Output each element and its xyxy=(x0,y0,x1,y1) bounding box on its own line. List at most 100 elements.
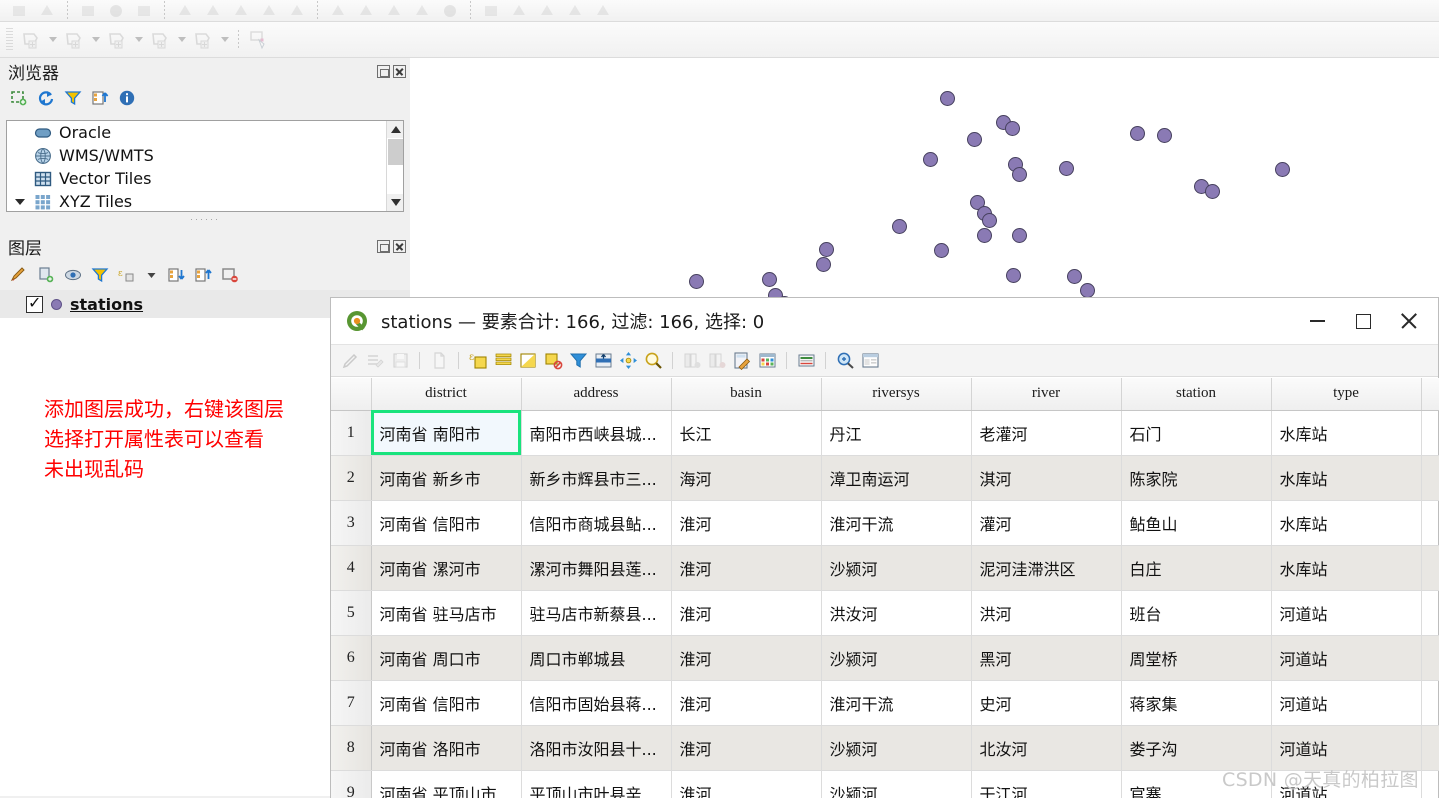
zoom-to-selection-icon[interactable] xyxy=(642,350,664,372)
close-icon[interactable] xyxy=(1386,298,1432,344)
cell-basin[interactable]: 长江 xyxy=(671,410,822,456)
row-number-cell[interactable]: 3 xyxy=(331,500,372,546)
cell-riversys[interactable]: 洪汝河 xyxy=(821,590,972,636)
map-feature-point[interactable] xyxy=(816,257,831,272)
form-view-icon[interactable] xyxy=(859,350,881,372)
column-header-basin[interactable]: basin xyxy=(671,378,822,411)
browser-item-vector-tiles[interactable]: Vector Tiles xyxy=(7,167,403,190)
toolbar-button-17[interactable] xyxy=(506,0,532,21)
toolbar-button-1[interactable] xyxy=(6,0,32,21)
cell-type[interactable]: 河道站 xyxy=(1271,770,1422,798)
filter-legend-icon[interactable] xyxy=(91,266,109,284)
digitize-tool-4[interactable] xyxy=(147,27,173,53)
cell-riversys[interactable]: 丹江 xyxy=(821,410,972,456)
browser-item-oracle[interactable]: Oracle xyxy=(7,121,403,144)
move-selection-top-icon[interactable] xyxy=(592,350,614,372)
cell-type[interactable]: 河道站 xyxy=(1271,725,1422,771)
digitize-tool-1[interactable] xyxy=(18,27,44,53)
cell-river[interactable]: 泥河洼滞洪区 xyxy=(971,545,1122,591)
digitize-tool-5[interactable] xyxy=(190,27,216,53)
cell-station[interactable]: 班台 xyxy=(1121,590,1272,636)
toolbar-button-15[interactable] xyxy=(437,0,463,21)
cell-basin[interactable]: 淮河 xyxy=(671,680,822,726)
maximize-icon[interactable] xyxy=(1340,298,1386,344)
layers-float-button[interactable] xyxy=(377,239,390,253)
column-header-address[interactable]: address xyxy=(521,378,672,411)
browser-tree[interactable]: Oracle WMS/WMTS Vector Tiles XYZ Tiles xyxy=(6,120,404,212)
conditional-formatting-icon[interactable] xyxy=(756,350,778,372)
map-feature-point[interactable] xyxy=(1130,126,1145,141)
toolbar-button-7[interactable] xyxy=(200,0,226,21)
cell-district[interactable]: 河南省 信阳市 xyxy=(371,500,522,546)
cell-basin[interactable]: 淮河 xyxy=(671,590,822,636)
table-row[interactable]: 6 河南省 周口市 周口市郸城县 淮河 沙颍河 黑河 周堂桥 河道站 xyxy=(331,635,1439,681)
add-layer-icon[interactable] xyxy=(10,89,28,107)
map-feature-point[interactable] xyxy=(1012,167,1027,182)
cell-type[interactable]: 水库站 xyxy=(1271,455,1422,501)
table-row[interactable]: 8 河南省 洛阳市 洛阳市汝阳县十... 淮河 沙颍河 北汝河 娄子沟 河道站 xyxy=(331,725,1439,771)
map-feature-point[interactable] xyxy=(967,132,982,147)
cell-river[interactable]: 淇河 xyxy=(971,455,1122,501)
row-number-cell[interactable]: 5 xyxy=(331,590,372,636)
select-all-icon[interactable] xyxy=(492,350,514,372)
map-feature-point[interactable] xyxy=(819,242,834,257)
toolbar-gripper[interactable] xyxy=(6,27,13,52)
cell-basin[interactable]: 海河 xyxy=(671,455,822,501)
row-number-cell[interactable]: 8 xyxy=(331,725,372,771)
toolbar-button-8[interactable] xyxy=(228,0,254,21)
layers-close-button[interactable] xyxy=(393,239,406,253)
table-row[interactable]: 4 河南省 漯河市 漯河市舞阳县莲... 淮河 沙颍河 泥河洼滞洪区 白庄 水库站 xyxy=(331,545,1439,591)
table-row[interactable]: 3 河南省 信阳市 信阳市商城县鲇... 淮河 淮河干流 灌河 鲇鱼山 水库站 xyxy=(331,500,1439,546)
map-feature-point[interactable] xyxy=(892,219,907,234)
browser-item-wms-wmts[interactable]: WMS/WMTS xyxy=(7,144,403,167)
map-feature-point[interactable] xyxy=(1005,121,1020,136)
deselect-all-icon[interactable] xyxy=(542,350,564,372)
pan-to-selection-icon[interactable] xyxy=(617,350,639,372)
expand-all-icon[interactable] xyxy=(167,266,185,284)
chevron-down-icon[interactable] xyxy=(89,27,102,53)
cell-basin[interactable]: 淮河 xyxy=(671,725,822,771)
cell-basin[interactable]: 淮河 xyxy=(671,500,822,546)
collapse-all-icon[interactable] xyxy=(91,89,109,107)
cell-riversys[interactable]: 沙颍河 xyxy=(821,635,972,681)
column-header-district[interactable]: district xyxy=(371,378,522,411)
field-calculator-icon[interactable] xyxy=(731,350,753,372)
map-feature-point[interactable] xyxy=(1080,283,1095,298)
cell-riversys[interactable]: 淮河干流 xyxy=(821,500,972,546)
toggle-editing-icon[interactable] xyxy=(339,350,361,372)
add-group-icon[interactable] xyxy=(37,266,55,284)
column-header-type[interactable]: type xyxy=(1271,378,1422,411)
cell-address[interactable]: 平顶山市叶县辛... xyxy=(521,770,672,798)
cell-type[interactable]: 河道站 xyxy=(1271,680,1422,726)
toolbar-button-6[interactable] xyxy=(172,0,198,21)
refresh-icon[interactable] xyxy=(37,89,55,107)
cell-basin[interactable]: 淮河 xyxy=(671,770,822,798)
map-feature-point[interactable] xyxy=(982,213,997,228)
map-feature-point[interactable] xyxy=(1012,228,1027,243)
collapse-all-icon[interactable] xyxy=(194,266,212,284)
map-feature-point[interactable] xyxy=(977,228,992,243)
table-row[interactable]: 7 河南省 信阳市 信阳市固始县蒋... 淮河 淮河干流 史河 蒋家集 河道站 xyxy=(331,680,1439,726)
map-feature-point[interactable] xyxy=(762,272,777,287)
cell-river[interactable]: 洪河 xyxy=(971,590,1122,636)
dropdown-caret-icon[interactable] xyxy=(145,266,158,284)
attribute-table-scroll-area[interactable]: district address basin riversys river st… xyxy=(331,378,1439,798)
cell-district[interactable]: 河南省 驻马店市 xyxy=(371,590,522,636)
scrollbar-thumb[interactable] xyxy=(388,139,403,165)
cell-river[interactable]: 北汝河 xyxy=(971,725,1122,771)
new-field-icon[interactable] xyxy=(681,350,703,372)
browser-float-button[interactable] xyxy=(377,64,390,78)
map-feature-point[interactable] xyxy=(1006,268,1021,283)
map-feature-point[interactable] xyxy=(934,243,949,258)
row-number-cell[interactable]: 7 xyxy=(331,680,372,726)
chevron-down-icon[interactable] xyxy=(46,27,59,53)
scroll-up-arrow-icon[interactable] xyxy=(387,121,403,138)
cell-address[interactable]: 周口市郸城县 xyxy=(521,635,672,681)
cell-riversys[interactable]: 漳卫南运河 xyxy=(821,455,972,501)
toolbar-button-2[interactable] xyxy=(34,0,60,21)
toolbar-button-12[interactable] xyxy=(353,0,379,21)
cell-river[interactable]: 史河 xyxy=(971,680,1122,726)
cell-river[interactable]: 干江河 xyxy=(971,770,1122,798)
vertex-tool-icon[interactable] xyxy=(246,27,272,53)
cell-river[interactable]: 灌河 xyxy=(971,500,1122,546)
